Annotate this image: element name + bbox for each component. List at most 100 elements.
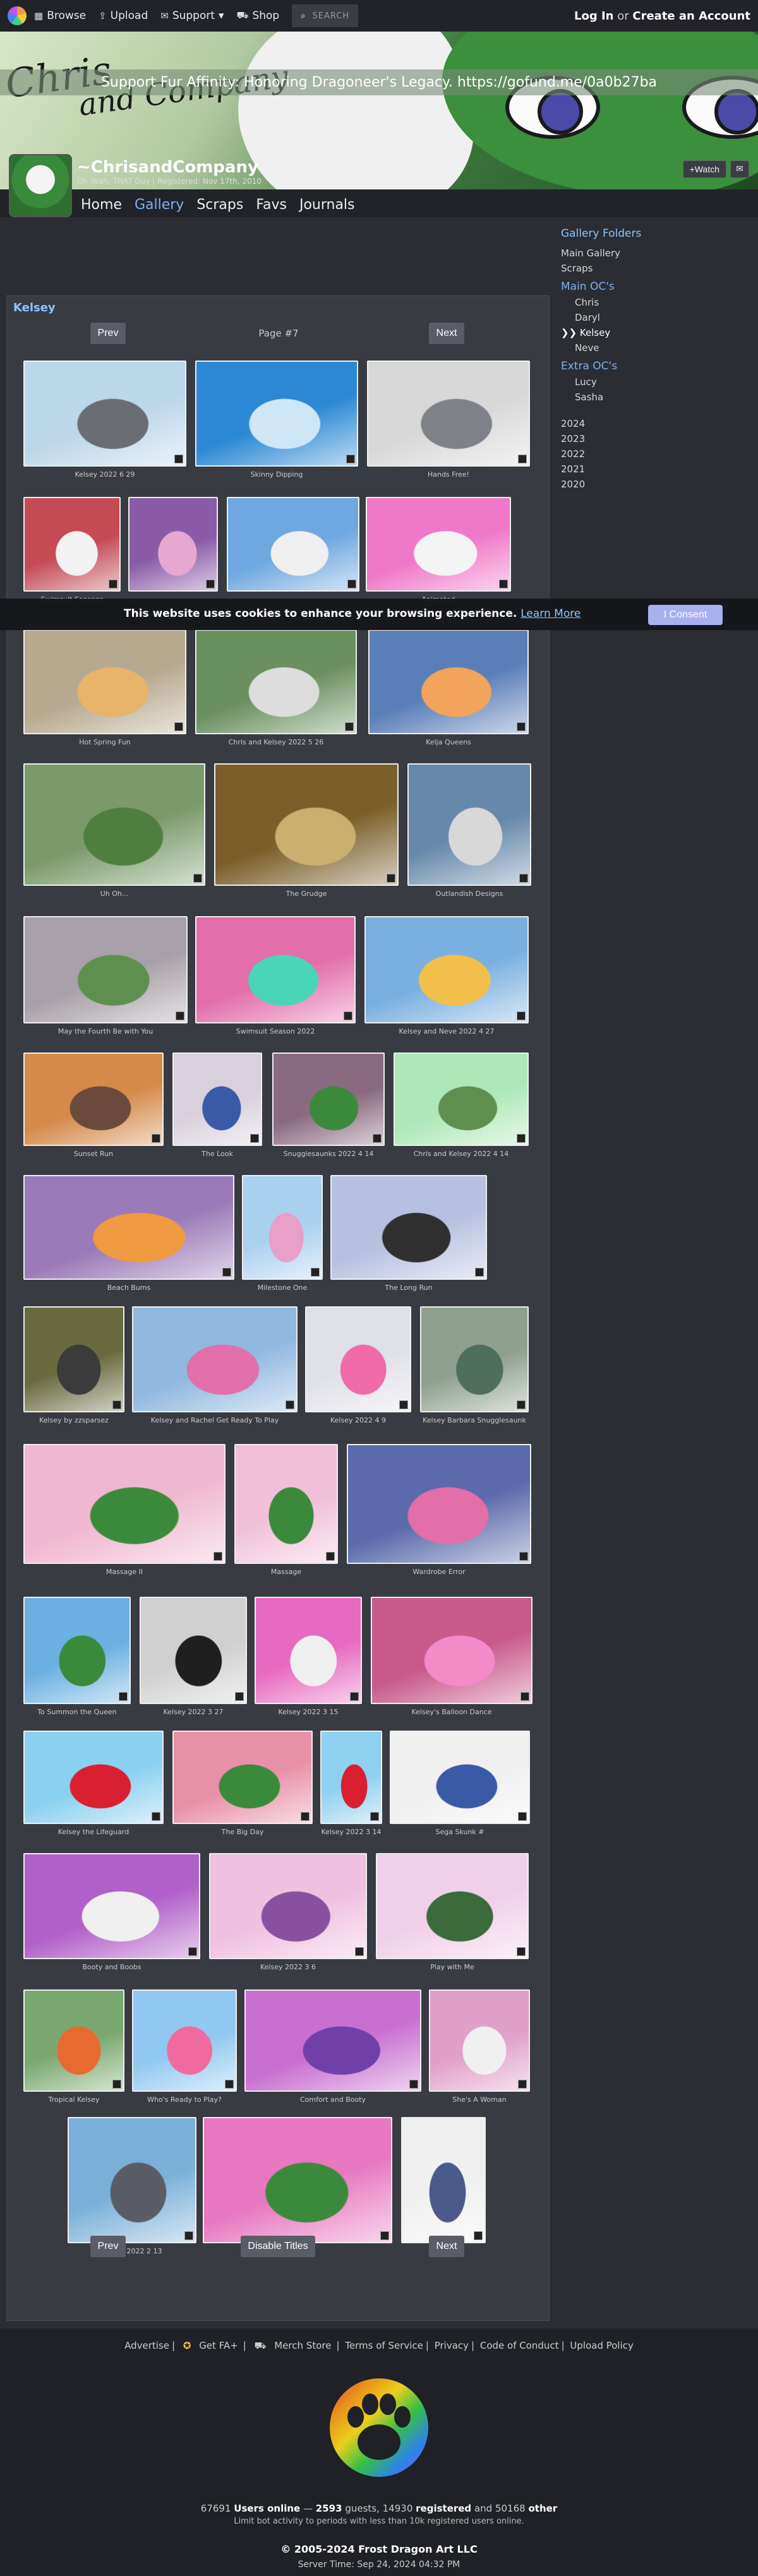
thumbnail-caption[interactable]: Beach Bums	[23, 1284, 234, 1292]
gallery-thumbnail[interactable]	[214, 763, 399, 886]
sidebar-item-kelsey[interactable]: ❯❯ Kelsey	[561, 327, 750, 338]
gallery-thumbnail[interactable]	[420, 1306, 529, 1412]
footer-link-advertise[interactable]: Advertise	[124, 2340, 169, 2351]
thumbnail-caption[interactable]: The Long Run	[330, 1284, 487, 1292]
sidebar-item-chris[interactable]: Chris	[575, 297, 750, 308]
gallery-thumbnail[interactable]	[242, 1175, 323, 1280]
create-account-link[interactable]: Create an Account	[632, 9, 750, 23]
gallery-thumbnail[interactable]	[390, 1731, 530, 1824]
thumbnail-caption[interactable]: The Look	[172, 1150, 262, 1158]
thumbnail-caption[interactable]: To Summon the Queen	[23, 1708, 131, 1716]
thumbnail-caption[interactable]: Swimsuit Season 2022	[195, 1027, 356, 1035]
gallery-thumbnail[interactable]	[244, 1989, 421, 2092]
thumbnail-caption[interactable]: Who's Ready to Play?	[132, 2096, 237, 2104]
thumbnail-caption[interactable]: Comfort and Booty	[244, 2096, 421, 2104]
thumbnail-caption[interactable]: The Big Day	[172, 1828, 313, 1836]
thumbnail-caption[interactable]: Booty and Boobs	[23, 1963, 200, 1971]
thumbnail-caption[interactable]: Milestone One	[242, 1284, 323, 1292]
thumbnail-caption[interactable]: Kelsey 2022 4 9	[305, 1416, 411, 1424]
thumbnail-caption[interactable]: Hands Free!	[367, 470, 530, 479]
thumbnail-caption[interactable]: Sega Skunk #	[390, 1828, 530, 1836]
thumbnail-caption[interactable]: Sunset Run	[23, 1150, 164, 1158]
footer-link-upload-policy[interactable]: Upload Policy	[570, 2340, 633, 2351]
thumbnail-caption[interactable]: Outlandish Designs	[407, 890, 531, 898]
thumbnail-caption[interactable]: Kelsey's Balloon Dance	[371, 1708, 532, 1716]
thumbnail-caption[interactable]: Massage	[234, 1568, 338, 1576]
thumbnail-caption[interactable]: Kelsey 2022 3 6	[209, 1963, 367, 1971]
sidebar-item-year-2021[interactable]: 2021	[561, 463, 750, 475]
browse-link[interactable]: ▦ Browse	[34, 9, 86, 22]
thumbnail-caption[interactable]: Kelsey 2022 3 15	[255, 1708, 362, 1716]
gallery-thumbnail[interactable]	[140, 1597, 247, 1704]
gallery-thumbnail[interactable]	[23, 1853, 200, 1959]
gallery-thumbnail[interactable]	[128, 497, 218, 592]
footer-link-coc[interactable]: Code of Conduct	[480, 2340, 559, 2351]
gallery-thumbnail[interactable]	[364, 916, 529, 1023]
prev-button[interactable]: Prev	[90, 2236, 126, 2257]
thumbnail-caption[interactable]: Chris and Kelsey 2022 4 14	[394, 1150, 529, 1158]
thumbnail-caption[interactable]: Kelsey 2022 3 14	[320, 1828, 382, 1836]
sidebar-item-daryl[interactable]: Daryl	[575, 312, 750, 323]
thumbnail-caption[interactable]: Kelsey 2022 6 29	[23, 470, 186, 479]
gallery-thumbnail[interactable]	[172, 1731, 313, 1824]
gallery-thumbnail[interactable]	[429, 1989, 530, 2092]
footer-link-fa-plus[interactable]: ✪ Get FA+	[181, 2340, 241, 2351]
sidebar-item-year-2023[interactable]: 2023	[561, 433, 750, 444]
thumbnail-caption[interactable]: Tropical Kelsey	[23, 2096, 124, 2104]
thumbnail-caption[interactable]: Wardrobe Error	[347, 1568, 531, 1576]
gallery-thumbnail[interactable]	[23, 1306, 124, 1412]
upload-link[interactable]: ⇪ Upload	[99, 9, 148, 22]
gallery-thumbnail[interactable]	[23, 629, 186, 734]
gallery-thumbnail[interactable]	[23, 361, 186, 467]
gallery-thumbnail[interactable]	[23, 1731, 164, 1824]
thumbnail-caption[interactable]: Kelsey Barbara Snugglesaunk	[420, 1416, 529, 1424]
thumbnail-caption[interactable]: She's A Woman	[429, 2096, 530, 2104]
site-logo-icon[interactable]	[8, 6, 27, 25]
thumbnail-caption[interactable]: Kelja Queens	[368, 738, 529, 746]
gallery-thumbnail[interactable]	[407, 763, 531, 886]
login-link[interactable]: Log In	[574, 9, 614, 23]
gallery-thumbnail[interactable]	[401, 2117, 486, 2243]
gallery-thumbnail[interactable]	[320, 1731, 382, 1824]
gallery-thumbnail[interactable]	[132, 1989, 237, 2092]
gallery-thumbnail[interactable]	[255, 1597, 362, 1704]
next-button[interactable]: Next	[429, 2236, 464, 2257]
consent-button[interactable]: I Consent	[648, 605, 723, 625]
gallery-thumbnail[interactable]	[23, 1597, 131, 1704]
thumbnail-caption[interactable]: Kelsey and Rachel Get Ready To Play	[132, 1416, 298, 1424]
avatar[interactable]	[9, 154, 72, 217]
support-menu[interactable]: ✉ Support ▾	[160, 9, 224, 22]
gallery-thumbnail[interactable]	[227, 497, 359, 592]
gallery-thumbnail[interactable]	[23, 763, 205, 886]
thumbnail-caption[interactable]: Snugglesaunks 2022 4 14	[272, 1150, 385, 1158]
gallery-thumbnail[interactable]	[23, 1052, 164, 1146]
gallery-thumbnail[interactable]	[272, 1052, 385, 1146]
gallery-thumbnail[interactable]	[195, 361, 358, 467]
gallery-thumbnail[interactable]	[376, 1853, 529, 1959]
gallery-thumbnail[interactable]	[23, 1444, 226, 1564]
disable-titles-button[interactable]: Disable Titles	[241, 2236, 315, 2257]
gallery-thumbnail[interactable]	[23, 1175, 234, 1280]
gallery-thumbnail[interactable]	[234, 1444, 338, 1564]
gallery-thumbnail[interactable]	[305, 1306, 411, 1412]
thumbnail-caption[interactable]: The Grudge	[214, 890, 399, 898]
thumbnail-caption[interactable]: Uh Oh...	[23, 890, 205, 898]
thumbnail-caption[interactable]: Kelsey and Neve 2022 4 27	[364, 1027, 529, 1035]
gallery-thumbnail[interactable]	[330, 1175, 487, 1280]
gallery-thumbnail[interactable]	[23, 497, 121, 592]
username[interactable]: ~ChrisandCompany	[77, 158, 258, 177]
thumbnail-caption[interactable]: Kelsey by zzsparsez	[23, 1416, 124, 1424]
gallery-thumbnail[interactable]	[195, 916, 356, 1023]
thumbnail-caption[interactable]: Kelsey the Lifeguard	[23, 1828, 164, 1836]
sidebar-item-year-2020[interactable]: 2020	[561, 479, 750, 490]
sidebar-item-year-2024[interactable]: 2024	[561, 418, 750, 429]
footer-link-tos[interactable]: Terms of Service	[345, 2340, 423, 2351]
sidebar-item-year-2022[interactable]: 2022	[561, 448, 750, 460]
gallery-thumbnail[interactable]	[367, 361, 530, 467]
send-note-button[interactable]: ✉	[730, 160, 749, 178]
sidebar-item-main-gallery[interactable]: Main Gallery	[561, 247, 750, 259]
announcement-banner[interactable]: Support Fur Affinity: Honoring Dragoneer…	[0, 69, 758, 95]
shop-link[interactable]: ⛟ Shop	[237, 9, 280, 22]
thumbnail-caption[interactable]: Play with Me	[376, 1963, 529, 1971]
learn-more-link[interactable]: Learn More	[520, 607, 581, 620]
